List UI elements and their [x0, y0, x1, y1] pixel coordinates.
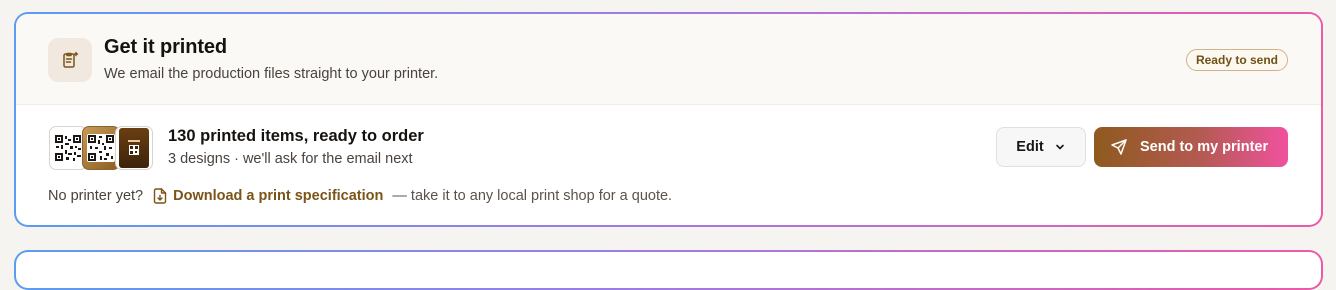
- order-summary-title: 130 printed items, ready to order: [168, 127, 424, 145]
- next-card: [14, 250, 1323, 290]
- card-header: Get it printed We email the production f…: [16, 14, 1321, 105]
- page-subtitle: We email the production files straight t…: [104, 66, 439, 82]
- edit-label: Edit: [1016, 139, 1044, 155]
- status-badge: Ready to send: [1185, 49, 1288, 71]
- edit-dropdown-button[interactable]: Edit: [996, 127, 1086, 167]
- footer-suffix: — take it to any local print shop for a …: [392, 188, 673, 204]
- print-card-body: Get it printed We email the production f…: [16, 14, 1321, 225]
- footer-prefix: No printer yet?: [48, 188, 144, 204]
- chevron-down-icon: [1055, 144, 1064, 150]
- print-card: Get it printed We email the production f…: [14, 12, 1323, 227]
- send-icon: [1111, 139, 1127, 155]
- next-card-body: [16, 252, 1321, 288]
- send-to-printer-button[interactable]: Send to my printer: [1094, 127, 1288, 167]
- page-title: Get it printed: [104, 36, 228, 58]
- poster-preview: [119, 128, 149, 168]
- send-label: Send to my printer: [1140, 139, 1269, 155]
- download-spec-label: Download a print specification: [173, 188, 384, 204]
- mini-qr-icon: [128, 140, 140, 155]
- qr-code-icon: [54, 134, 82, 162]
- print-spec-footer: No printer yet? Download a print specifi…: [48, 186, 672, 206]
- order-summary-subtitle: 3 designs · we'll ask for the email next: [168, 151, 413, 167]
- clipboard-print-icon: [48, 38, 92, 82]
- design-thumbnails: [49, 126, 157, 170]
- file-download-icon: [153, 188, 167, 204]
- download-spec-link[interactable]: Download a print specification: [153, 188, 383, 204]
- qr-code-icon: [87, 134, 115, 162]
- poster-thumbnail: [115, 126, 153, 170]
